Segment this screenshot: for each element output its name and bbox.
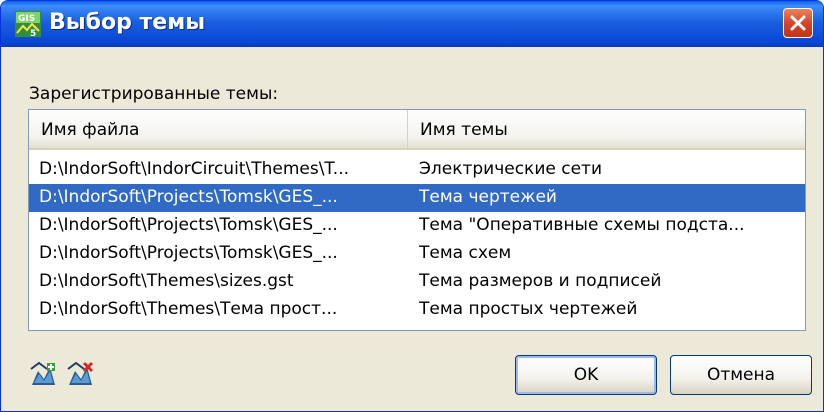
add-theme-button[interactable] [28,361,58,389]
registered-themes-label: Зарегистрированные темы: [29,84,279,104]
file-name-cell: D:\IndorSoft\IndorCircuit\Themes\T... [39,159,350,179]
close-button[interactable] [783,8,813,38]
file-name-cell: D:\IndorSoft\Themes\Тема прост... [39,299,338,319]
close-icon [790,15,806,31]
list-header: Имя файла Имя темы [29,110,805,150]
list-item[interactable]: D:\IndorSoft\Themes\Тема прост... Тема п… [29,296,805,324]
list-item[interactable]: D:\IndorSoft\IndorCircuit\Themes\T... Эл… [29,156,805,184]
list-item[interactable]: D:\IndorSoft\Projects\Tomsk\GES_... Тема… [29,240,805,268]
file-name-cell: D:\IndorSoft\Projects\Tomsk\GES_... [39,187,338,207]
list-rows: D:\IndorSoft\IndorCircuit\Themes\T... Эл… [29,156,805,324]
theme-name-cell: Тема размеров и подписей [419,271,662,291]
column-header-file-label: Имя файла [41,120,140,140]
cancel-button[interactable]: Отмена [670,355,812,395]
column-header-theme[interactable]: Имя темы [408,110,805,148]
app-icon: GIS 5 [15,11,41,37]
theme-name-cell: Тема схем [419,243,512,263]
theme-name-cell: Электрические сети [419,159,602,179]
svg-text:5: 5 [30,29,36,37]
theme-name-cell: Тема "Оперативные схемы подста... [419,215,745,235]
title-bar[interactable]: GIS 5 Выбор темы [1,1,823,47]
list-item-selected[interactable]: D:\IndorSoft\Projects\Tomsk\GES_... Тема… [29,184,805,212]
file-name-cell: D:\IndorSoft\Projects\Tomsk\GES_... [39,243,338,263]
column-header-theme-label: Имя темы [420,120,508,140]
list-item[interactable]: D:\IndorSoft\Themes\sizes.gst Тема разме… [29,268,805,296]
svg-text:GIS: GIS [18,14,35,24]
file-name-cell: D:\IndorSoft\Themes\sizes.gst [39,271,294,291]
add-theme-icon [30,361,55,385]
column-header-file[interactable]: Имя файла [29,110,408,148]
remove-theme-button[interactable] [65,361,95,389]
list-item[interactable]: D:\IndorSoft\Projects\Tomsk\GES_... Тема… [29,212,805,240]
remove-theme-icon [67,361,94,385]
dialog-title: Выбор темы [49,10,206,35]
themes-list[interactable]: Имя файла Имя темы D:\IndorSoft\IndorCir… [28,109,806,331]
ok-button[interactable]: OK [515,355,657,395]
theme-name-cell: Тема чертежей [419,187,557,207]
theme-name-cell: Тема простых чертежей [419,299,638,319]
theme-select-dialog: GIS 5 Выбор темы Зарегистрированные темы… [0,0,824,412]
file-name-cell: D:\IndorSoft\Projects\Tomsk\GES_... [39,215,338,235]
